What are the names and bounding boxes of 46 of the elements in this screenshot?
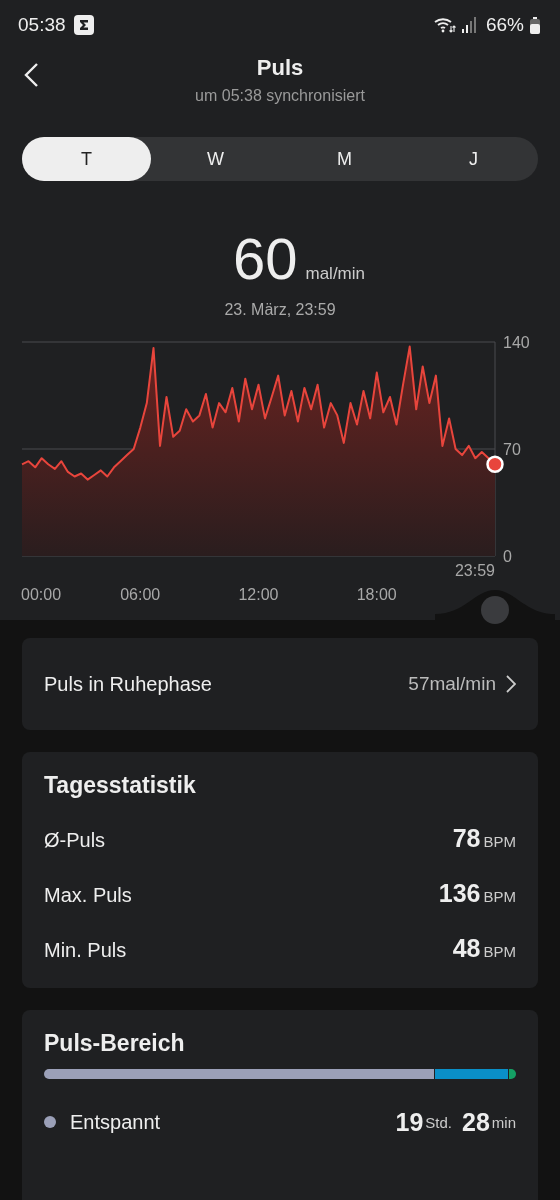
- battery-icon: [530, 16, 540, 34]
- back-icon[interactable]: [23, 62, 39, 88]
- status-time: 05:38: [18, 14, 66, 36]
- scroll-handle-drawing[interactable]: [435, 590, 555, 624]
- section-title: Tagesstatistik: [44, 772, 197, 799]
- resting-pulse-value: 57mal/min: [408, 673, 496, 695]
- pulse-value: 60: [233, 229, 298, 289]
- zone-label: Entspannt: [70, 1110, 161, 1134]
- section-title: Puls-Bereich: [44, 1030, 186, 1057]
- resting-pulse-card[interactable]: Puls in Ruhephase 57mal/min: [22, 638, 538, 730]
- y-axis-label: 0: [503, 548, 512, 565]
- period-tab[interactable]: J: [409, 137, 538, 181]
- stat-value: 136: [438, 878, 481, 909]
- end-time-label: 23:59: [454, 562, 495, 579]
- x-axis-label: 00:00: [21, 586, 62, 603]
- signal-icon: [461, 17, 476, 33]
- stat-label: Max. Puls: [44, 883, 132, 908]
- pulse-unit: mal/min: [305, 264, 365, 284]
- stat-unit: BPM: [483, 887, 516, 907]
- battery-percent: 66%: [485, 14, 524, 36]
- minutes-unit: min: [491, 1113, 516, 1131]
- y-axis-label: 140: [503, 334, 530, 351]
- sync-status: um 05:38 synchronisiert: [195, 87, 365, 105]
- y-axis-label: 70: [503, 441, 521, 458]
- wifi-icon: [433, 16, 456, 34]
- current-point-marker: [486, 455, 504, 474]
- stat-label: Ø-Puls: [44, 828, 106, 853]
- stat-unit: BPM: [483, 942, 516, 962]
- reading-date: 23. März, 23:59: [223, 301, 337, 319]
- stat-value: 78: [452, 823, 481, 854]
- zone-hours: 19: [395, 1107, 424, 1137]
- period-tab[interactable]: M: [280, 137, 409, 181]
- x-axis-label: 12:00: [238, 586, 279, 603]
- chevron-right-icon: [506, 675, 516, 693]
- period-tab[interactable]: W: [151, 137, 280, 181]
- stat-value: 48: [452, 933, 481, 964]
- resting-pulse-label: Puls in Ruhephase: [44, 672, 212, 696]
- sigma-app-icon: [73, 15, 94, 35]
- hours-unit: Std.: [425, 1113, 452, 1131]
- period-tab[interactable]: T: [22, 137, 151, 181]
- x-axis-label: 06:00: [120, 586, 161, 603]
- x-axis-label: 18:00: [356, 586, 397, 603]
- page-title: Puls: [256, 54, 304, 81]
- stat-unit: BPM: [483, 832, 516, 852]
- stat-label: Min. Puls: [44, 938, 127, 963]
- zone-minutes: 28: [462, 1107, 490, 1137]
